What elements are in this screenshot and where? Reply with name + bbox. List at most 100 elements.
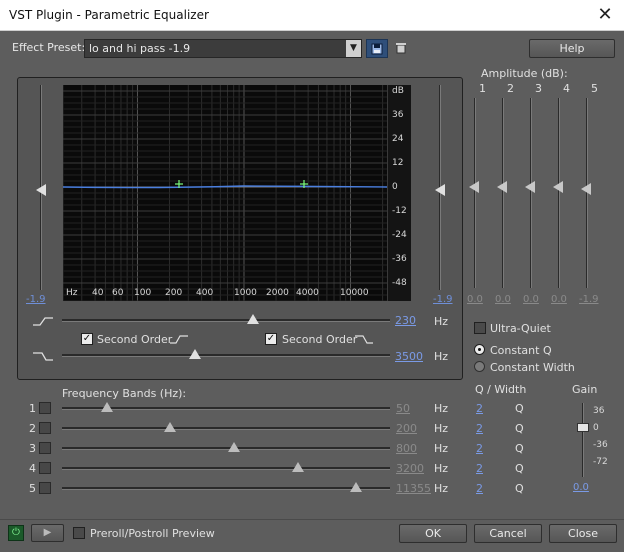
band-3-slider[interactable] (62, 447, 390, 450)
band-3-thumb[interactable] (228, 442, 240, 452)
freq-tick: 100 (134, 288, 152, 298)
highpass-second-order-label: Second Order (97, 333, 173, 346)
gain-tick: -36 (593, 440, 608, 450)
amplitude-band-5-label: 5 (591, 82, 598, 95)
band-4-slider[interactable] (62, 467, 390, 470)
band-3-q-unit: Q (515, 442, 524, 455)
band-2-q-value[interactable]: 2 (476, 422, 483, 435)
freq-tick: 60 (112, 288, 124, 298)
amplitude-slider-4[interactable] (558, 98, 560, 288)
amplitude-band-2-label: 2 (507, 82, 514, 95)
band-4-number: 4 (29, 462, 36, 475)
freq-tick: 10000 (340, 288, 369, 298)
band-3-number: 3 (29, 442, 36, 455)
lowpass-value[interactable]: 3500 (395, 350, 423, 363)
save-preset-icon[interactable] (366, 39, 388, 58)
ultra-quiet-label: Ultra-Quiet (490, 322, 551, 335)
gain-tick: -72 (593, 457, 608, 467)
band-1-unit: Hz (434, 402, 449, 415)
freq-tick: 40 (92, 288, 104, 298)
amplitude-slider-1[interactable] (474, 98, 476, 288)
lowpass-small-icon (355, 335, 373, 344)
chevron-down-icon[interactable]: ▼ (346, 40, 361, 57)
db-tick: -36 (392, 254, 407, 264)
window-close-button[interactable]: ✕ (592, 3, 618, 27)
gain-slider[interactable] (582, 403, 584, 477)
band-4-thumb[interactable] (292, 462, 304, 472)
left-gain-thumb[interactable] (36, 184, 46, 196)
band-2-toggle[interactable] (39, 422, 51, 434)
highpass-small-icon (170, 335, 188, 344)
lowpass-second-order-checkbox[interactable]: ✓ (265, 333, 277, 345)
band-5-q-unit: Q (515, 482, 524, 495)
band-1-q-value[interactable]: 2 (476, 402, 483, 415)
preroll-checkbox[interactable] (73, 527, 85, 539)
delete-preset-icon[interactable] (392, 39, 410, 58)
amplitude-thumb-3[interactable] (525, 181, 535, 193)
band-3-toggle[interactable] (39, 442, 51, 454)
band-3-value[interactable]: 800 (396, 442, 417, 455)
highpass-value[interactable]: 230 (395, 314, 416, 327)
preset-dropdown[interactable]: lo and hi pass -1.9 ▼ (84, 39, 362, 58)
gain-thumb[interactable] (577, 423, 589, 432)
amplitude-thumb-1[interactable] (469, 181, 479, 193)
ok-button[interactable]: OK (399, 524, 467, 543)
amplitude-band-1-label: 1 (479, 82, 486, 95)
band-5-toggle[interactable] (39, 482, 51, 494)
band-4-toggle[interactable] (39, 462, 51, 474)
constant-q-label: Constant Q (490, 344, 552, 357)
band-5-value[interactable]: 11355 (396, 482, 431, 495)
eq-graph[interactable] (63, 85, 387, 301)
amplitude-value-3[interactable]: 0.0 (523, 294, 539, 305)
db-tick: 0 (392, 182, 398, 192)
cancel-button[interactable]: Cancel (474, 524, 542, 543)
highpass-thumb[interactable] (247, 314, 259, 324)
left-gain-value[interactable]: -1.9 (26, 294, 46, 305)
play-icon[interactable]: ▶ (31, 524, 64, 542)
band-1-thumb[interactable] (101, 402, 113, 412)
band-2-value[interactable]: 200 (396, 422, 417, 435)
constant-q-radio[interactable] (474, 344, 485, 355)
constant-width-radio[interactable] (474, 361, 485, 372)
db-scale: dB 36 24 12 0 -12 -24 -36 -48 (387, 85, 411, 301)
amplitude-thumb-4[interactable] (553, 181, 563, 193)
amplitude-value-5[interactable]: -1.9 (579, 294, 599, 305)
ultra-quiet-checkbox[interactable] (474, 322, 486, 334)
amplitude-thumb-2[interactable] (497, 181, 507, 193)
band-5-thumb[interactable] (350, 482, 362, 492)
amplitude-value-1[interactable]: 0.0 (467, 294, 483, 305)
amplitude-title: Amplitude (dB): (481, 67, 568, 80)
close-button[interactable]: Close (549, 524, 617, 543)
band-2-thumb[interactable] (164, 422, 176, 432)
highpass-slider[interactable] (62, 319, 390, 322)
band-4-q-value[interactable]: 2 (476, 462, 483, 475)
right-gain-value[interactable]: -1.9 (433, 294, 453, 305)
amplitude-thumb-5[interactable] (581, 183, 591, 195)
db-tick: -24 (392, 230, 407, 240)
band-2-slider[interactable] (62, 427, 390, 430)
band-5-q-value[interactable]: 2 (476, 482, 483, 495)
highpass-second-order-checkbox[interactable]: ✓ (81, 333, 93, 345)
band-3-unit: Hz (434, 442, 449, 455)
power-icon[interactable]: ⏻ (8, 525, 24, 541)
lowpass-slider[interactable] (62, 354, 390, 357)
band-3-q-value[interactable]: 2 (476, 442, 483, 455)
amplitude-slider-2[interactable] (502, 98, 504, 288)
band-4-q-unit: Q (515, 462, 524, 475)
amplitude-value-4[interactable]: 0.0 (551, 294, 567, 305)
band-5-slider[interactable] (62, 487, 390, 490)
db-tick: 36 (392, 110, 404, 120)
help-button[interactable]: Help (529, 39, 615, 58)
gain-value[interactable]: 0.0 (573, 482, 589, 493)
amplitude-value-2[interactable]: 0.0 (495, 294, 511, 305)
amplitude-slider-3[interactable] (530, 98, 532, 288)
band-4-value[interactable]: 3200 (396, 462, 424, 475)
band-1-toggle[interactable] (39, 402, 51, 414)
frequency-bands-title: Frequency Bands (Hz): (62, 387, 187, 400)
right-gain-thumb[interactable] (435, 184, 445, 196)
band-1-value[interactable]: 50 (396, 402, 410, 415)
constant-width-label: Constant Width (490, 361, 575, 374)
db-tick: -12 (392, 206, 407, 216)
band-4-unit: Hz (434, 462, 449, 475)
lowpass-thumb[interactable] (189, 349, 201, 359)
